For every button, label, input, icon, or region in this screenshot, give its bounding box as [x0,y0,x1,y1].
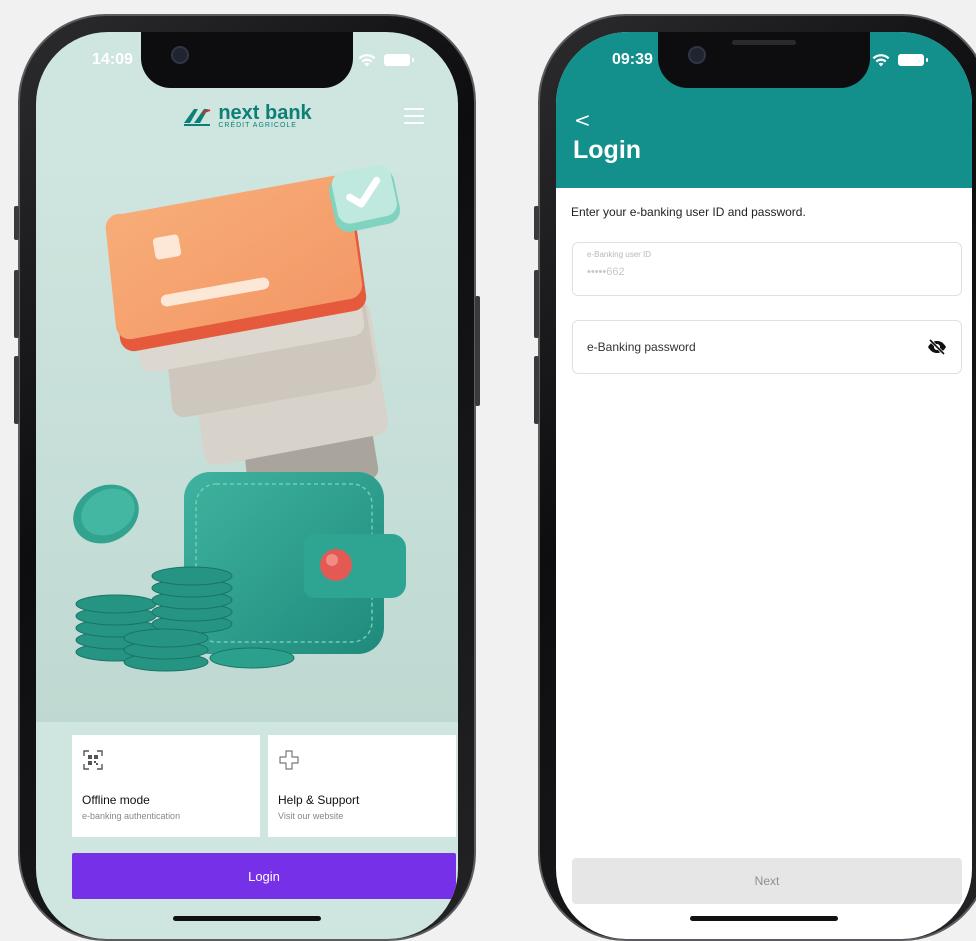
password-field[interactable]: e-Banking password [572,320,962,374]
battery-icon [898,54,928,66]
notch [658,32,870,88]
volume-up-button [534,270,539,338]
help-support-subtitle: Visit our website [278,811,344,821]
home-indicator [173,916,321,921]
speaker [732,40,796,45]
mute-switch [534,206,539,240]
wifi-icon [872,53,890,66]
password-placeholder: e-Banking password [587,340,696,354]
battery-icon [384,54,414,66]
credit-agricole-logo-icon [184,108,211,126]
phone-left: 14:09 next bank CRÉDIT AGRICOLE Offline … [14,14,480,941]
next-button[interactable]: Next [572,858,962,904]
login-button[interactable]: Login [72,853,456,899]
wallet-illustration [36,162,458,722]
status-icons [358,53,414,67]
offline-mode-subtitle: e-banking authentication [82,811,181,821]
phone-right: 09:39 < Login Enter your e-banking user … [534,14,976,941]
status-time: 14:09 [92,51,133,68]
page-title: Login [573,136,642,164]
login-instructions: Enter your e-banking user ID and passwor… [571,205,806,219]
volume-down-button [14,356,19,424]
offline-mode-tile[interactable]: Offline mode e-banking authentication [72,735,260,837]
notch [141,32,353,88]
login-screen: 09:39 < Login Enter your e-banking user … [556,32,972,939]
userid-label: e-Banking user ID [587,250,652,259]
quick-actions: Offline mode e-banking authentication He… [72,735,456,837]
eye-slash-icon[interactable] [927,339,947,355]
help-support-tile[interactable]: Help & Support Visit our website [268,735,456,837]
brand-logo: next bank CRÉDIT AGRICOLE [36,102,458,129]
volume-down-button [534,356,539,424]
brand-name: next bank [218,102,312,124]
medical-cross-icon [279,750,299,770]
camera [688,46,706,64]
userid-field[interactable]: e-Banking user ID •••••662 [572,242,962,296]
status-time: 09:39 [612,51,653,68]
volume-up-button [14,270,19,338]
userid-value: •••••662 [587,266,625,278]
hamburger-menu-icon[interactable] [404,108,424,124]
home-indicator [690,916,838,921]
offline-mode-title: Offline mode [82,793,150,807]
back-chevron-icon[interactable]: < [574,108,591,132]
wifi-icon [358,53,376,66]
qr-code-icon [83,750,103,770]
mute-switch [14,206,19,240]
power-button [475,296,480,406]
camera [171,46,189,64]
home-screen: 14:09 next bank CRÉDIT AGRICOLE Offline … [36,32,458,939]
status-icons [872,53,928,67]
help-support-title: Help & Support [278,793,360,807]
